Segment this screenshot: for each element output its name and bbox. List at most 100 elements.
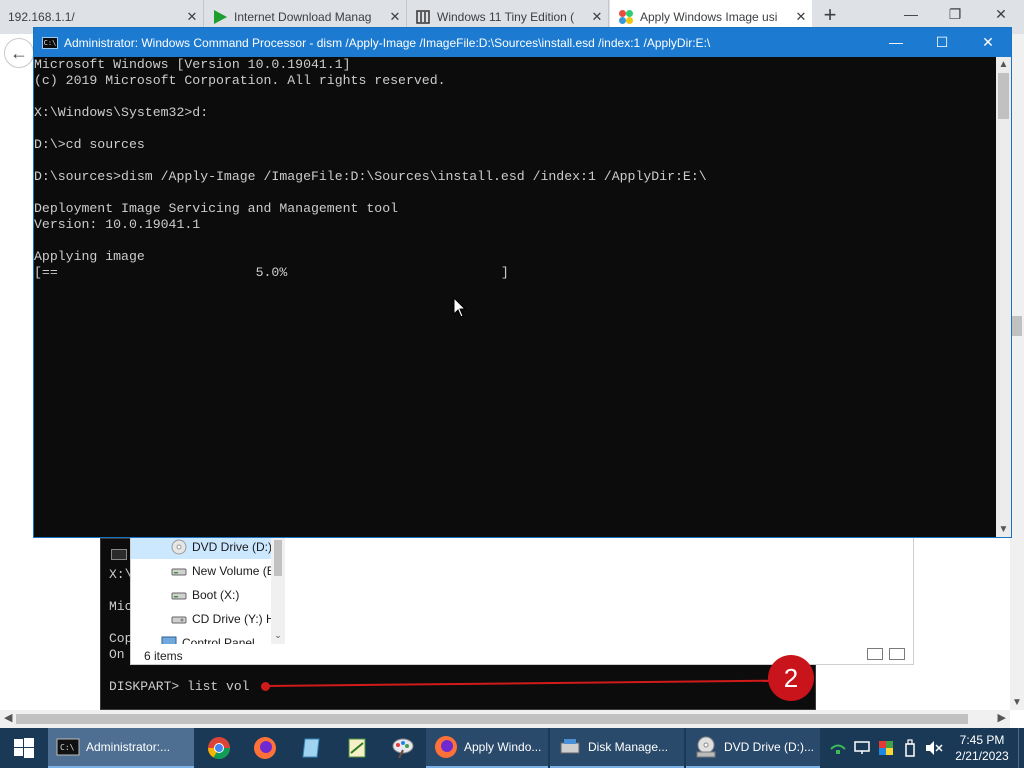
volume-tray-icon[interactable] <box>922 728 946 768</box>
nav-item-label: CD Drive (Y:) H <box>192 612 275 626</box>
cmd-title-bar[interactable]: C:\ Administrator: Windows Command Proce… <box>34 28 1011 57</box>
drive-icon <box>171 568 187 576</box>
cmd-maximize-button[interactable]: ☐ <box>919 28 965 57</box>
close-icon[interactable]: ✕ <box>586 9 608 25</box>
taskbar-item-label: DVD Drive (D:)... <box>724 740 814 754</box>
close-icon[interactable]: ✕ <box>181 9 203 25</box>
scroll-down-icon[interactable]: ▼ <box>996 524 1011 535</box>
console-line: Deployment Image Servicing and Managemen… <box>34 201 399 216</box>
close-icon[interactable]: ✕ <box>790 9 812 25</box>
new-tab-button[interactable]: + <box>818 4 842 28</box>
console-line: D:\>cd sources <box>34 137 145 152</box>
windows-logo-icon <box>619 10 633 24</box>
taskbar: C:\ Administrator:... Apply Windo... Dis… <box>0 728 1024 768</box>
paint-pinned-button[interactable] <box>380 728 426 768</box>
scrollbar-thumb[interactable] <box>998 73 1009 119</box>
notepad-pinned-button[interactable] <box>288 728 334 768</box>
console-output[interactable]: Microsoft Windows [Version 10.0.19041.1]… <box>34 57 996 537</box>
cmd-close-button[interactable]: ✕ <box>965 28 1011 57</box>
usb-icon <box>905 739 915 757</box>
nav-item-boot: Boot (X:) <box>131 583 281 607</box>
chevron-down-icon: ⌄ <box>274 630 282 640</box>
scrollbar-thumb[interactable] <box>16 714 968 724</box>
paint-icon <box>392 738 414 759</box>
console-line: Cop <box>109 631 133 646</box>
volume-muted-icon <box>926 741 943 755</box>
taskbar-clock[interactable]: 7:45 PM 2/21/2023 <box>946 732 1018 764</box>
firefox-icon <box>254 737 276 759</box>
command-prompt-window[interactable]: C:\ Administrator: Windows Command Proce… <box>33 27 1012 538</box>
scrollbar-thumb[interactable] <box>1012 316 1022 336</box>
console-line: On <box>109 647 125 662</box>
cmd-icon: C:\ <box>42 36 58 49</box>
back-button[interactable]: ← <box>4 38 34 68</box>
browser-close-button[interactable]: ✕ <box>986 6 1016 26</box>
nav-item-label: New Volume (E <box>192 564 275 578</box>
console-line: [== 5.0% ] <box>34 265 509 280</box>
firefox-pinned-button[interactable] <box>242 728 288 768</box>
console-line: Microsoft Windows [Version 10.0.19041.1] <box>34 57 351 72</box>
idm-play-icon <box>214 10 227 24</box>
spreadsheet-pinned-button[interactable] <box>334 728 380 768</box>
annotation-dot <box>261 682 270 691</box>
clock-time: 7:45 PM <box>959 733 1005 747</box>
start-button[interactable] <box>0 728 48 768</box>
console-line: Mic <box>109 599 133 614</box>
taskbar-item-label: Administrator:... <box>86 740 171 754</box>
usb-tray-icon[interactable] <box>898 728 922 768</box>
scroll-down-icon[interactable]: ▼ <box>1010 697 1024 708</box>
nav-item-cd-drive: CD Drive (Y:) H <box>131 607 281 631</box>
scroll-up-icon[interactable]: ▲ <box>996 59 1011 70</box>
explorer-screenshot: DVD Drive (D:) New Volume (E Boot (X:) C… <box>130 537 914 665</box>
clock-date: 2/21/2023 <box>955 749 1009 763</box>
taskbar-item-cmd[interactable]: C:\ Administrator:... <box>48 728 194 768</box>
color-tray-icon[interactable] <box>874 728 898 768</box>
nav-item-label: Boot (X:) <box>192 588 240 602</box>
scrollbar-thumb <box>274 540 282 576</box>
diskpart-prompt: DISKPART> list vol <box>109 679 250 694</box>
cmd-scrollbar[interactable]: ▲ ▼ <box>996 57 1011 537</box>
cmd-window-title: Administrator: Windows Command Processor… <box>64 35 711 50</box>
dvd-drive-icon <box>696 736 716 758</box>
console-line: X:\ <box>109 567 133 582</box>
taskbar-item-dvd-drive[interactable]: DVD Drive (D:)... <box>686 728 820 768</box>
page-horizontal-scrollbar[interactable]: ◀ ▶ <box>0 710 1010 728</box>
console-line: Version: 10.0.19041.1 <box>34 217 201 232</box>
console-line: Applying image <box>34 249 145 264</box>
firefox-icon <box>435 736 457 758</box>
network-icon <box>830 744 846 754</box>
spreadsheet-icon <box>348 738 366 758</box>
dvd-drive-icon <box>171 539 187 555</box>
svg-text:C:\: C:\ <box>60 743 75 752</box>
taskbar-item-firefox-apply[interactable]: Apply Windo... <box>426 728 548 768</box>
page-vertical-scrollbar[interactable]: ▼ <box>1010 34 1024 710</box>
control-panel-icon <box>161 636 177 644</box>
scroll-left-icon[interactable]: ◀ <box>4 711 12 724</box>
tab-title: Internet Download Manag <box>234 10 372 24</box>
taskbar-item-disk-management[interactable]: Disk Manage... <box>550 728 684 768</box>
nav-item-label: Control Panel <box>182 636 255 644</box>
scroll-right-icon[interactable]: ▶ <box>998 711 1006 724</box>
show-desktop-button[interactable] <box>1018 728 1024 768</box>
network-tray-icon[interactable] <box>826 728 850 768</box>
drive-icon <box>171 592 187 600</box>
system-tray: 7:45 PM 2/21/2023 <box>826 728 1024 768</box>
annotation-step-badge: 2 <box>768 655 814 701</box>
browser-minimize-button[interactable]: — <box>896 6 926 26</box>
cmd-icon <box>111 549 127 560</box>
cmd-minimize-button[interactable]: — <box>873 28 919 57</box>
console-line: D:\sources>dism /Apply-Image /ImageFile:… <box>34 169 707 184</box>
details-view-icon <box>867 648 883 660</box>
large-icons-view-icon <box>889 648 905 660</box>
browser-restore-button[interactable]: ❐ <box>940 6 970 26</box>
cd-drive-icon <box>171 616 187 624</box>
close-icon[interactable]: ✕ <box>384 9 406 25</box>
chrome-pinned-button[interactable] <box>196 728 242 768</box>
archive-icon <box>416 10 430 24</box>
nav-item-new-volume: New Volume (E <box>131 559 281 583</box>
cmd-icon: C:\ <box>56 738 80 756</box>
display-tray-icon[interactable] <box>850 728 874 768</box>
